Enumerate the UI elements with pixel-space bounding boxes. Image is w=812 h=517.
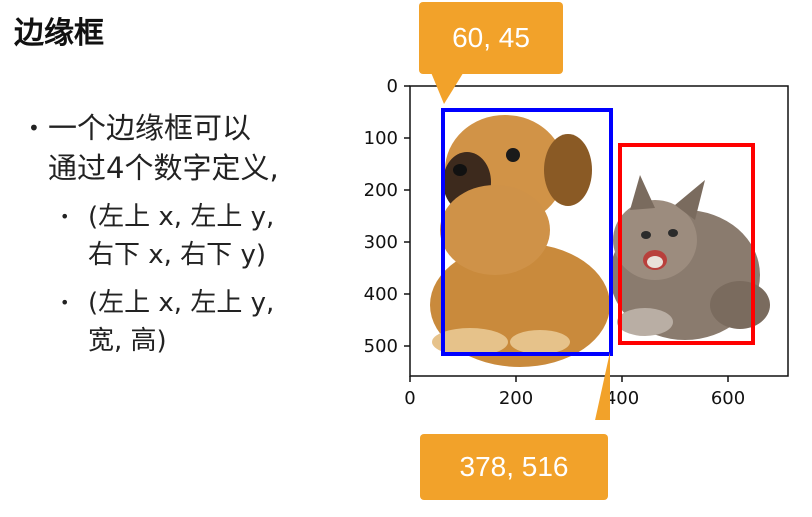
bullet-main: 一个边缘框可以 通过4个数字定义, — [28, 108, 338, 188]
y-axis: 0 100 200 300 400 500 — [364, 76, 410, 357]
bullet-list: 一个边缘框可以 通过4个数字定义, (左上 x, 左上 y, 右下 x, 右下 … — [28, 108, 338, 360]
y-tick-label: 300 — [364, 232, 398, 253]
bottom-right-coordinate-callout: 378, 516 — [420, 434, 608, 500]
x-tick-label: 600 — [711, 388, 745, 409]
y-tick-label: 200 — [364, 180, 398, 201]
bullet-sub-size: (左上 x, 左上 y, 宽, 高) — [28, 284, 338, 360]
image-plot: 0 100 200 300 400 500 0 200 400 600 — [364, 70, 789, 420]
bullet-main-line2: 通过4个数字定义, — [48, 151, 279, 185]
bullet-sub1-line1: (左上 x, 左上 y, — [88, 202, 275, 232]
x-tick-label: 0 — [404, 388, 415, 409]
top-left-coordinate-callout: 60, 45 — [419, 2, 563, 74]
x-tick-label: 200 — [499, 388, 533, 409]
slide-title: 边缘框 — [14, 16, 104, 51]
bullet-sub2-line2: 宽, 高) — [88, 326, 167, 356]
bullet-sub-corners: (左上 x, 左上 y, 右下 x, 右下 y) — [28, 198, 338, 274]
bullet-sub2-line1: (左上 x, 左上 y, — [88, 288, 275, 318]
bullet-main-line1: 一个边缘框可以 — [48, 111, 252, 145]
y-tick-label: 0 — [387, 76, 398, 97]
y-tick-label: 500 — [364, 336, 398, 357]
bullet-sub1-line2: 右下 x, 右下 y) — [88, 240, 266, 270]
slide: 边缘框 一个边缘框可以 通过4个数字定义, (左上 x, 左上 y, 右下 x,… — [0, 0, 812, 517]
x-axis: 0 200 400 600 — [404, 376, 745, 409]
y-tick-label: 400 — [364, 284, 398, 305]
y-tick-label: 100 — [364, 128, 398, 149]
